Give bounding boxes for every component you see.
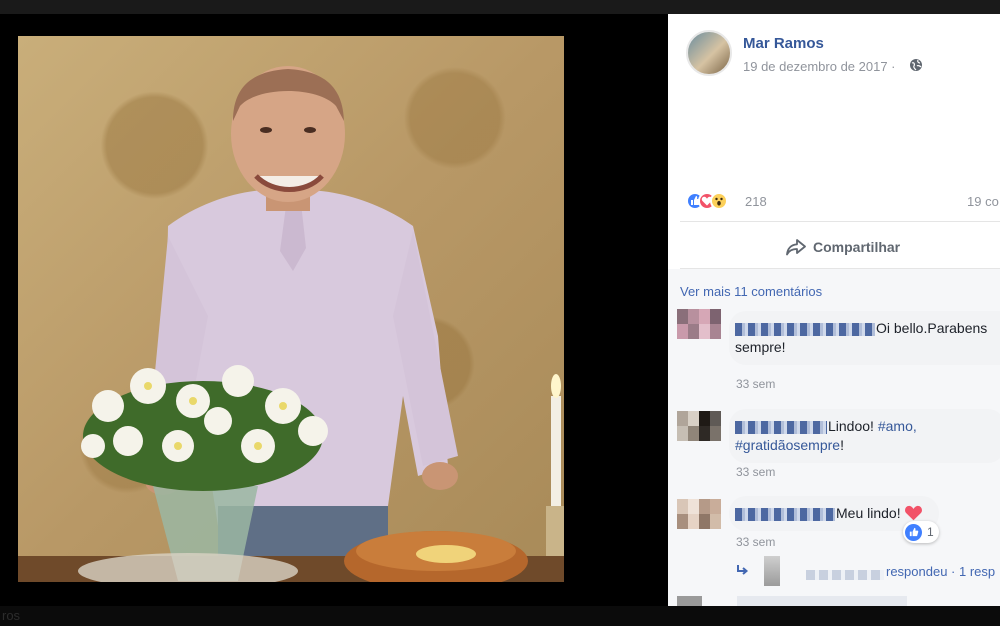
top-strip [0, 0, 1000, 14]
hashtag-link[interactable]: #gratidãosempre [735, 437, 840, 453]
heart-emoji-icon [905, 505, 923, 521]
comment-text-cont: sempre! [735, 339, 786, 355]
reply-link[interactable]: respondeu · 1 resp [736, 556, 1000, 586]
author-name[interactable]: Mar Ramos [743, 35, 824, 52]
blurred-name [735, 420, 827, 434]
share-button[interactable]: Compartilhar [786, 236, 900, 258]
author-avatar[interactable] [686, 30, 732, 76]
background-page-strip: ros [0, 606, 1000, 626]
photo-illustration [18, 66, 564, 582]
comment-text: Lindoo! [828, 418, 874, 434]
blurred-name [735, 507, 835, 521]
share-icon [786, 239, 806, 256]
commenter-avatar[interactable] [677, 309, 721, 339]
post-panel: Mar Ramos 19 de dezembro de 2017 · 218 1… [668, 14, 1000, 606]
comment-bubble[interactable]: Lindoo! #amo, #gratidãosempre! [729, 409, 1000, 463]
globe-icon [910, 59, 922, 71]
background-text: ros [2, 608, 21, 623]
comment-time[interactable]: 33 sem [736, 535, 775, 549]
divider [680, 221, 1000, 222]
comment-bubble[interactable]: Oi bello.Parabens sempre! [729, 311, 1000, 365]
comment-like-badge[interactable]: 1 [903, 521, 939, 543]
comment-time[interactable]: 33 sem [736, 377, 775, 391]
comment-like-count: 1 [927, 525, 934, 539]
reply-summary: respondeu · 1 resp [886, 564, 996, 579]
comment-count[interactable]: 19 co [967, 194, 999, 209]
replier-avatar [764, 556, 780, 586]
blurred-name [735, 322, 875, 336]
partial-comment [677, 596, 907, 606]
hashtag-link[interactable]: #amo, [878, 418, 917, 434]
comment-text: Oi bello.Parabens [876, 320, 988, 336]
view-more-comments-link[interactable]: Ver mais 11 comentários [680, 284, 822, 299]
comments-section: Ver mais 11 comentários Oi bello.Paraben… [668, 269, 1000, 606]
like-icon [905, 523, 922, 541]
commenter-avatar[interactable] [677, 499, 721, 529]
commenter-avatar[interactable] [677, 411, 721, 441]
comment-text-tail: ! [840, 437, 844, 453]
reaction-count[interactable]: 218 [745, 194, 767, 209]
wow-icon [710, 192, 728, 210]
post-date[interactable]: 19 de dezembro de 2017 · [743, 59, 896, 74]
post-photo[interactable] [18, 36, 564, 582]
comment-text: Meu lindo! [836, 505, 901, 521]
comment-time[interactable]: 33 sem [736, 465, 775, 479]
share-label: Compartilhar [813, 239, 901, 255]
reply-arrow-icon [737, 565, 749, 575]
blurred-name [806, 570, 884, 580]
